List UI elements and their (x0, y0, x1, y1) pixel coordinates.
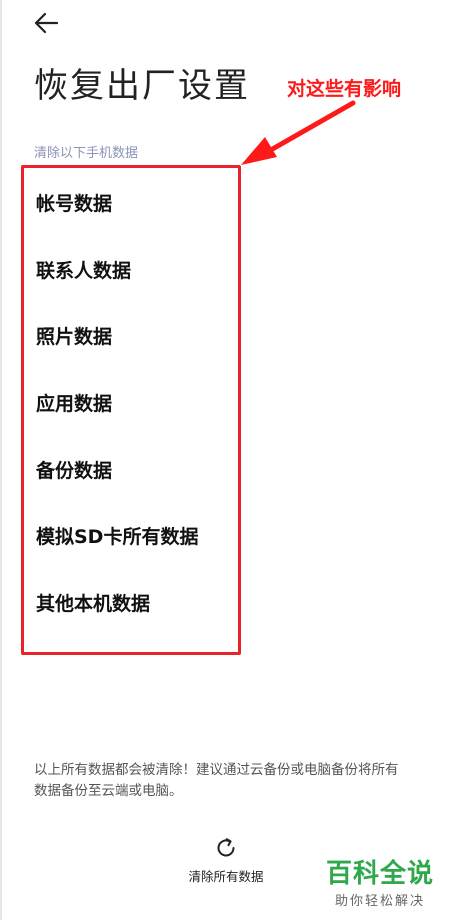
warning-text: 以上所有数据都会被清除！建议通过云备份或电脑备份将所有数据备份至云端或电脑。 (34, 762, 399, 799)
annotation-arrow-icon (241, 100, 356, 165)
clear-all-data-label: 清除所有数据 (188, 869, 264, 884)
watermark-subtitle: 助你轻松解决 (334, 894, 425, 909)
arrow-left-icon (34, 12, 59, 34)
list-item: 其他本机数据 (36, 593, 151, 616)
list-item: 应用数据 (36, 393, 113, 416)
list-item: 联系人数据 (36, 259, 132, 282)
watermark-title: 百科全说 (325, 859, 434, 889)
page-title: 恢复出厂设置 (34, 66, 250, 106)
list-item: 照片数据 (36, 326, 113, 349)
list-item: 备份数据 (36, 459, 113, 482)
list-item: 帐号数据 (36, 193, 113, 215)
back-button[interactable] (30, 8, 62, 40)
section-label: 清除以下手机数据 (34, 146, 139, 161)
window-edge (0, 0, 2, 920)
refresh-icon (217, 838, 235, 857)
clear-all-data-button[interactable]: 清除所有数据 (176, 836, 276, 892)
data-list: 帐号数据 联系人数据 照片数据 应用数据 备份数据 模拟SD卡所有数据 其他本机… (36, 186, 198, 653)
watermark-logo: 百科全说 助你轻松解决 (318, 858, 442, 909)
list-item: 模拟SD卡所有数据 (36, 526, 199, 549)
